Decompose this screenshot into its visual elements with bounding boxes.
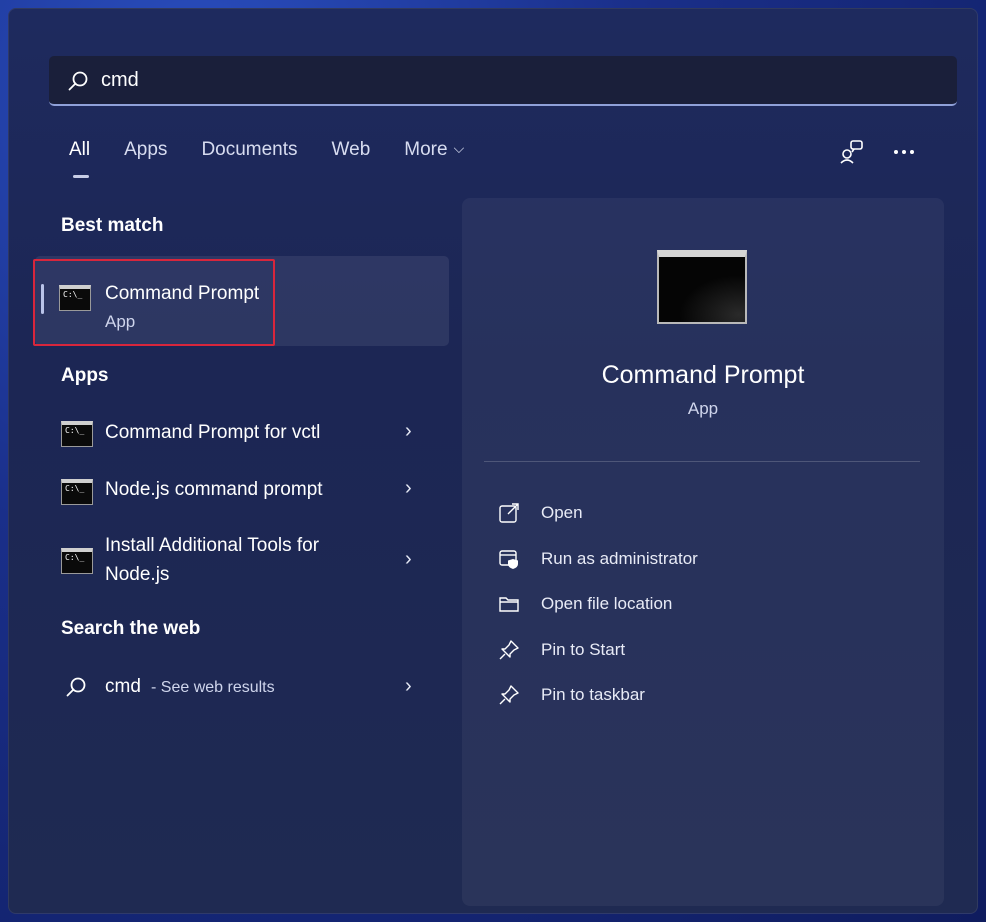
command-prompt-icon: C:\_ (59, 285, 91, 311)
tab-web[interactable]: Web (332, 139, 371, 179)
tab-more[interactable]: More ⌵ (404, 139, 464, 179)
command-prompt-icon: C:\_ (61, 479, 93, 505)
pin-icon (499, 640, 519, 660)
command-prompt-icon: C:\_ (61, 548, 93, 574)
chevron-down-icon: ⌵ (453, 140, 465, 156)
action-pin-to-start[interactable]: Pin to Start (498, 637, 918, 667)
search-panel: All Apps Documents Web More⌵ Best match … (8, 8, 978, 914)
action-run-as-admin[interactable]: Run as administrator (498, 546, 918, 576)
best-match-subtitle: App (105, 312, 136, 331)
shield-icon (499, 550, 518, 569)
best-match-heading: Best match (61, 215, 164, 236)
chevron-right-icon: › (405, 477, 412, 499)
chevron-right-icon: › (405, 548, 412, 570)
command-prompt-icon: C:\_ (61, 421, 93, 447)
tab-all[interactable]: All (69, 139, 90, 179)
divider (484, 461, 920, 462)
search-icon (66, 677, 86, 697)
app-item-nodejs-prompt[interactable]: C:\_ Node.js command prompt › (35, 467, 449, 517)
action-pin-to-taskbar[interactable]: Pin to taskbar (498, 682, 918, 712)
more-options-icon[interactable] (891, 139, 917, 165)
connected-account-icon[interactable] (839, 139, 865, 165)
detail-panel: Command Prompt App Open Run as administr… (462, 198, 944, 906)
pin-icon (499, 685, 519, 705)
best-match-item[interactable]: C:\_ Command Prompt App (33, 256, 449, 346)
detail-title: Command Prompt (601, 361, 805, 389)
web-search-item[interactable]: cmd - See web results › (35, 664, 449, 712)
apps-heading: Apps (61, 365, 109, 386)
chevron-right-icon: › (405, 420, 412, 442)
action-open[interactable]: Open (498, 500, 918, 530)
app-item-cmd-vctl[interactable]: C:\_ Command Prompt for vctl › (35, 409, 449, 459)
web-query: cmd (105, 676, 141, 697)
folder-icon (499, 597, 519, 612)
best-match-title: Command Prompt (105, 283, 260, 304)
chevron-right-icon: › (405, 675, 412, 697)
top-right-icons (839, 139, 917, 165)
tab-apps[interactable]: Apps (124, 139, 167, 179)
open-icon (499, 503, 519, 523)
app-item-nodejs-tools[interactable]: C:\_ Install Additional Tools for Node.j… (35, 524, 449, 594)
search-icon (68, 71, 88, 91)
action-open-file-location[interactable]: Open file location (498, 591, 918, 621)
filter-tabs: All Apps Documents Web More ⌵ (69, 139, 498, 179)
command-prompt-large-icon (657, 250, 747, 324)
tab-documents[interactable]: Documents (201, 139, 297, 179)
search-input[interactable] (101, 66, 921, 94)
search-bar[interactable] (49, 56, 957, 106)
web-suffix: - See web results (151, 679, 275, 696)
detail-subtitle: App (687, 399, 719, 418)
search-web-heading: Search the web (61, 618, 201, 639)
